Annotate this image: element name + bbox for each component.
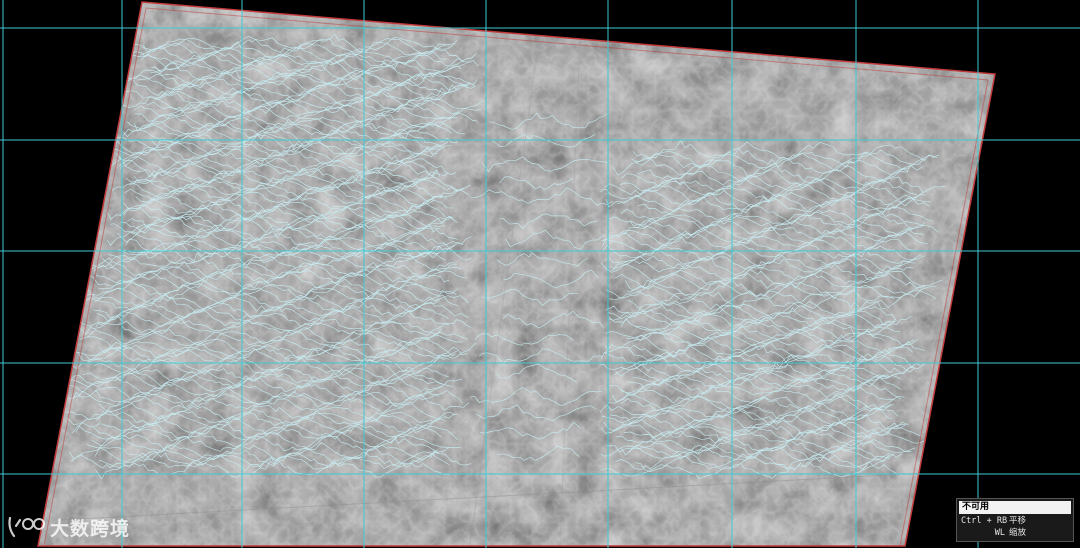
map-viewport[interactable] xyxy=(0,0,1080,548)
pan-hint-key: Ctrl + RB xyxy=(961,516,1008,526)
brand-logo-icon xyxy=(8,516,45,538)
satellite-image xyxy=(38,2,995,546)
watermark-text: 大数跨境 xyxy=(50,517,131,540)
zoom-hint-action: 缩放 xyxy=(1009,528,1027,538)
pan-hint-action: 平移 xyxy=(1009,516,1027,526)
watermark: 大数跨境 xyxy=(6,512,130,542)
status-title: 不可用 xyxy=(959,501,1071,514)
zoom-hint-key: WL xyxy=(994,528,1005,538)
pan-hint: Ctrl + RB 平移 xyxy=(961,516,1026,527)
zoom-hint: WL 缩放 xyxy=(961,528,1026,539)
status-panel: 不可用 Ctrl + RB 平移 WL 缩放 xyxy=(956,498,1074,542)
